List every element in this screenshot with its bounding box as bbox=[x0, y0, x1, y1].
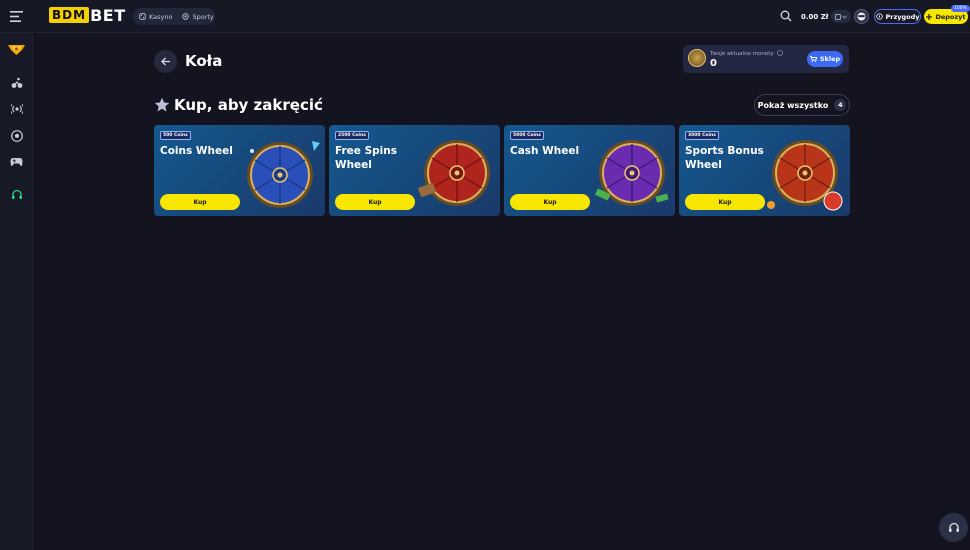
shop-label: Sklep bbox=[819, 55, 841, 63]
wheel-name: Coins Wheel bbox=[160, 145, 233, 157]
wheel-price-badge: 500 Coins bbox=[160, 131, 191, 140]
adventures-button[interactable]: Przygody bbox=[874, 9, 921, 24]
deposit-bonus-badge: 100% bbox=[951, 5, 970, 12]
buy-button[interactable]: Kup bbox=[160, 194, 240, 210]
wheel-price-badge: 3000 Coins bbox=[685, 131, 719, 140]
avatar-icon bbox=[857, 12, 866, 21]
show-all-label: Pokaż wszystko bbox=[757, 100, 829, 110]
sidebar-item-football[interactable] bbox=[9, 128, 24, 143]
mode-casino-label: Kasyno bbox=[149, 12, 173, 21]
sidebar-item-live[interactable] bbox=[9, 101, 24, 116]
compass-icon bbox=[875, 13, 883, 20]
coins-wheel-icon bbox=[247, 141, 320, 208]
sidebar-item-support[interactable] bbox=[9, 187, 24, 202]
coins-balance-card: Twoje aktualne monety 0 Sklep bbox=[683, 45, 849, 73]
mode-sports-label: Sporty bbox=[192, 12, 214, 21]
coin-avatar-icon bbox=[688, 49, 706, 67]
cycling-icon bbox=[11, 77, 22, 88]
cash-wheel-icon bbox=[594, 140, 669, 206]
coins-label: Twoje aktualne monety bbox=[710, 50, 784, 57]
support-chat-button[interactable] bbox=[939, 513, 968, 542]
free-spins-wheel-icon bbox=[418, 140, 490, 206]
plus-icon bbox=[926, 13, 933, 20]
headset-icon bbox=[948, 522, 959, 532]
sidebar bbox=[0, 33, 33, 550]
wheel-name: Cash Wheel bbox=[510, 145, 580, 157]
casino-icon bbox=[139, 13, 146, 20]
back-button[interactable] bbox=[154, 50, 177, 73]
live-icon bbox=[10, 103, 23, 114]
headset-icon bbox=[11, 189, 22, 199]
sidebar-item-esports[interactable] bbox=[9, 154, 24, 169]
chevron-down-icon bbox=[842, 14, 848, 19]
wheel-card-free-spins[interactable]: 2500 Coins Free Spins Wheel Kup bbox=[329, 125, 500, 216]
brand-logo[interactable]: BDM BET bbox=[49, 5, 126, 25]
show-all-count: 4 bbox=[834, 99, 847, 111]
section-title: Kup, aby zakręcić bbox=[174, 96, 323, 114]
wheel-name: Free Spins Wheel bbox=[335, 145, 397, 171]
cart-icon bbox=[809, 56, 817, 62]
wheel-card-sports-bonus[interactable]: 3000 Coins Sports Bonus Wheel Kup bbox=[679, 125, 850, 216]
buy-button[interactable]: Kup bbox=[335, 194, 415, 210]
wheel-card-cash[interactable]: 5000 Coins Cash Wheel Kup bbox=[504, 125, 675, 216]
mode-switch: Kasyno Sporty bbox=[133, 8, 215, 25]
wallet-dropdown[interactable] bbox=[831, 10, 852, 23]
star-icon bbox=[154, 97, 170, 112]
coins-label-text: Twoje aktualne monety bbox=[710, 51, 774, 57]
buy-button[interactable]: Kup bbox=[685, 194, 765, 210]
mode-sports[interactable]: Sporty bbox=[179, 13, 216, 21]
deposit-label: Depozyt bbox=[935, 12, 966, 21]
football-icon bbox=[10, 129, 23, 142]
shop-button[interactable]: Sklep bbox=[807, 51, 843, 67]
wallet-icon bbox=[835, 13, 842, 20]
coins-value: 0 bbox=[710, 58, 717, 69]
buy-button[interactable]: Kup bbox=[510, 194, 590, 210]
mode-casino[interactable]: Kasyno bbox=[136, 13, 175, 21]
search-icon[interactable] bbox=[779, 9, 793, 23]
adventures-label: Przygody bbox=[885, 12, 920, 21]
info-icon[interactable] bbox=[777, 50, 784, 56]
balance-display[interactable]: 0.00 Zł bbox=[797, 9, 855, 24]
sports-icon bbox=[182, 13, 190, 20]
wheel-price-badge: 2500 Coins bbox=[335, 131, 369, 140]
balance-value: 0.00 Zł bbox=[801, 12, 829, 21]
show-all-button[interactable]: Pokaż wszystko 4 bbox=[754, 94, 850, 116]
menu-toggle-icon[interactable] bbox=[8, 8, 25, 25]
page-title: Koła bbox=[185, 52, 223, 70]
sidebar-item-cycling[interactable] bbox=[9, 75, 24, 90]
promo-shield-icon bbox=[8, 44, 25, 55]
sports-bonus-wheel-icon bbox=[767, 140, 843, 211]
top-bar: BDM BET Kasyno Sporty 0.00 Zł Przygody D… bbox=[0, 0, 970, 33]
logo-bdm: BDM bbox=[49, 7, 90, 23]
arrow-left-icon bbox=[160, 57, 170, 66]
user-avatar[interactable] bbox=[854, 9, 869, 24]
wheel-name: Sports Bonus Wheel bbox=[685, 145, 764, 171]
esports-controller-icon bbox=[10, 157, 23, 166]
logo-bet: BET bbox=[90, 5, 126, 25]
wheel-price-badge: 5000 Coins bbox=[510, 131, 544, 140]
sidebar-item-promo[interactable] bbox=[7, 42, 26, 57]
wheel-card-coins[interactable]: 500 Coins Coins Wheel Kup bbox=[154, 125, 325, 216]
